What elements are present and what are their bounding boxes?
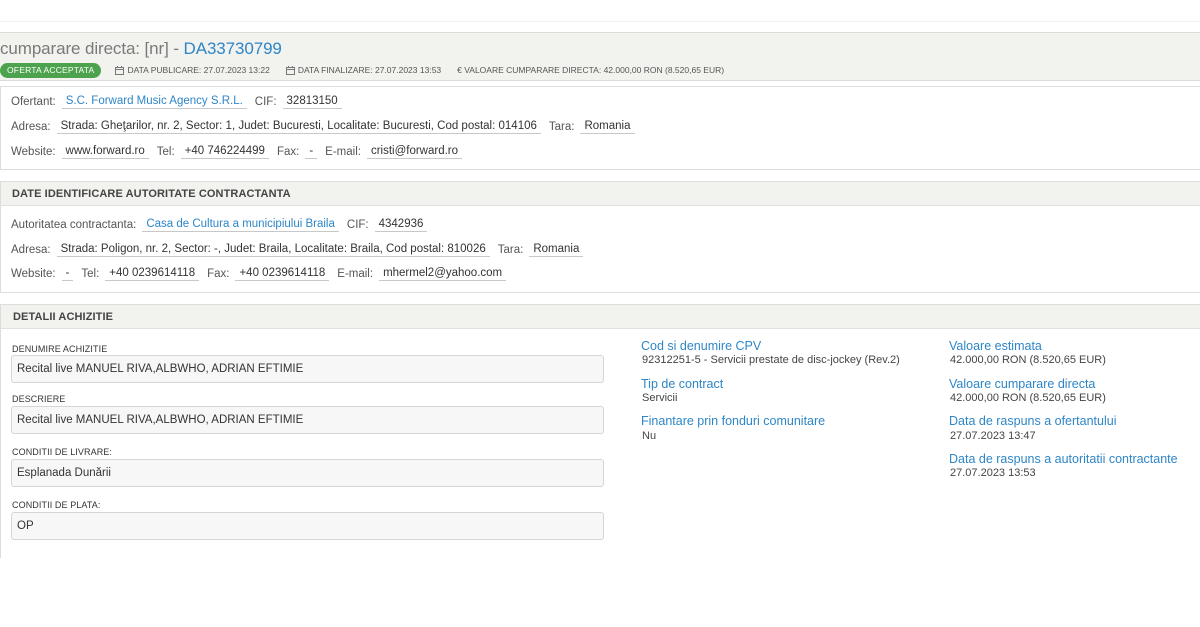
bidder-email-label: E-mail: [325,146,361,158]
bidder-country-value: Romania [580,120,635,134]
acquisition-section-title: DETALII ACHIZITIE [1,305,1200,329]
delivery-conditions-field: Esplanada Dunării [11,459,604,487]
authority-address-label: Adresa: [11,244,51,256]
bidder-cif-value: 32813150 [282,95,342,109]
direct-purchase-value-text: € VALOARE CUMPARARE DIRECTA: 42.000,00 R… [457,65,725,75]
cpv-title: Cod si denumire CPV [641,339,762,353]
authority-response-title: Data de raspuns a autoritatii contractan… [949,452,1178,466]
title-prefix: cumparare directa: [nr] [0,39,169,58]
card-border [0,182,1,292]
bidder-response-date: 27.07.2023 13:47 [950,430,1036,442]
bidder-address-label: Adresa: [11,121,51,133]
estimated-value: 42.000,00 RON (8.520,65 EUR) [950,354,1106,366]
payment-conditions-label: CONDITII DE PLATA: [12,500,101,510]
bidder-card: Ofertant: S.C. Forward Music Agency S.R.… [0,86,1200,170]
procurement-header: cumparare directa: [nr] - DA33730799 OFE… [0,32,1200,81]
direct-purchase-title: Valoare cumparare directa [949,377,1096,391]
authority-row-1: Autoritatea contractanta: Casa de Cultur… [11,218,435,232]
publish-date-text: DATA PUBLICARE: 27.07.2023 13:22 [127,65,270,75]
page-title: cumparare directa: [nr] - DA33730799 [0,39,282,59]
header-meta: OFERTA ACCEPTATA DATA PUBLICARE: 27.07.2… [0,62,740,78]
status-badge: OFERTA ACCEPTATA [0,62,102,78]
finalize-date-text: DATA FINALIZARE: 27.07.2023 13:53 [297,65,442,75]
cpv-value: 92312251-5 - Servicii prestate de disc-j… [642,354,900,366]
bidder-fax-value: - [305,145,318,159]
bidder-address-value: Strada: Gheţarilor, nr. 2, Sector: 1, Ju… [56,120,541,134]
bidder-website-value: www.forward.ro [61,145,149,159]
bidder-cif-label: CIF: [254,96,277,108]
finalize-date: DATA FINALIZARE: 27.07.2023 13:53 [285,65,442,75]
description-field: Recital live MANUEL RIVA,ALBWHO, ADRIAN … [11,406,604,434]
authority-email-label: E-mail: [337,268,374,280]
description-label: DESCRIERE [12,394,66,404]
payment-conditions-field: OP [11,512,604,540]
bidder-country-label: Tara: [548,121,575,133]
authority-email-value: mhermel2@yahoo.com [379,267,507,281]
bidder-row-1: Ofertant: S.C. Forward Music Agency S.R.… [11,95,350,109]
card-border [0,87,1,169]
eu-funding-value: Nu [642,430,657,442]
authority-tel-value: +40 0239614118 [105,267,200,281]
procurement-number-link[interactable]: DA33730799 [184,39,282,58]
bidder-response-title: Data de raspuns a ofertantului [949,414,1117,428]
calendar-icon [285,65,295,75]
bidder-tel-label: Tel: [156,146,175,158]
authority-response-date: 27.07.2023 13:53 [950,467,1036,479]
authority-cif-label: CIF: [346,219,369,231]
acquisition-name-label: DENUMIRE ACHIZITIE [12,344,108,354]
calendar-icon [115,65,125,75]
authority-name-link[interactable]: Casa de Cultura a municipiului Braila [142,218,339,232]
bidder-row-3: Website: www.forward.ro Tel: +40 7462244… [11,145,470,159]
acquisition-name-field: Recital live MANUEL RIVA,ALBWHO, ADRIAN … [11,355,604,383]
authority-address-value: Strada: Poligon, nr. 2, Sector: -, Judet… [56,243,490,257]
authority-country-label: Tara: [497,244,524,256]
direct-purchase-value-detail: 42.000,00 RON (8.520,65 EUR) [950,392,1106,404]
authority-fax-label: Fax: [207,268,230,280]
acquisition-card: DETALII ACHIZITIE DENUMIRE ACHIZITIE Rec… [0,304,1200,558]
authority-tel-label: Tel: [81,268,100,280]
bidder-fax-label: Fax: [276,146,300,158]
bidder-name-link[interactable]: S.C. Forward Music Agency S.R.L. [61,95,247,109]
bidder-label: Ofertant: [11,96,56,108]
authority-card: DATE IDENTIFICARE AUTORITATE CONTRACTANT… [0,181,1200,293]
contract-type-title: Tip de contract [641,377,724,391]
authority-section-title: DATE IDENTIFICARE AUTORITATE CONTRACTANT… [0,182,1200,206]
bidder-tel-value: +40 746224499 [180,145,269,159]
bidder-email-value: cristi@forward.ro [366,145,463,159]
delivery-conditions-label: CONDITII DE LIVRARE: [12,447,113,457]
authority-website-value: - [61,267,74,281]
bidder-website-label: Website: [11,146,56,158]
eu-funding-title: Finantare prin fonduri comunitare [641,414,826,428]
authority-country-value: Romania [529,243,584,257]
estimated-value-title: Valoare estimata [949,339,1042,353]
authority-website-label: Website: [11,268,56,280]
authority-label: Autoritatea contractanta: [11,219,137,231]
authority-row-3: Website: - Tel: +40 0239614118 Fax: +40 … [11,267,514,281]
authority-cif-value: 4342936 [374,218,428,232]
direct-purchase-value: € VALOARE CUMPARARE DIRECTA: 42.000,00 R… [457,65,724,75]
title-separator: - [168,39,184,58]
publish-date: DATA PUBLICARE: 27.07.2023 13:22 [115,65,270,75]
bidder-row-2: Adresa: Strada: Gheţarilor, nr. 2, Secto… [11,120,643,134]
contract-type-value: Servicii [642,392,678,404]
authority-row-2: Adresa: Strada: Poligon, nr. 2, Sector: … [11,243,591,257]
authority-fax-value: +40 0239614118 [235,267,330,281]
top-divider [0,21,1200,22]
top-strip [0,0,1200,22]
